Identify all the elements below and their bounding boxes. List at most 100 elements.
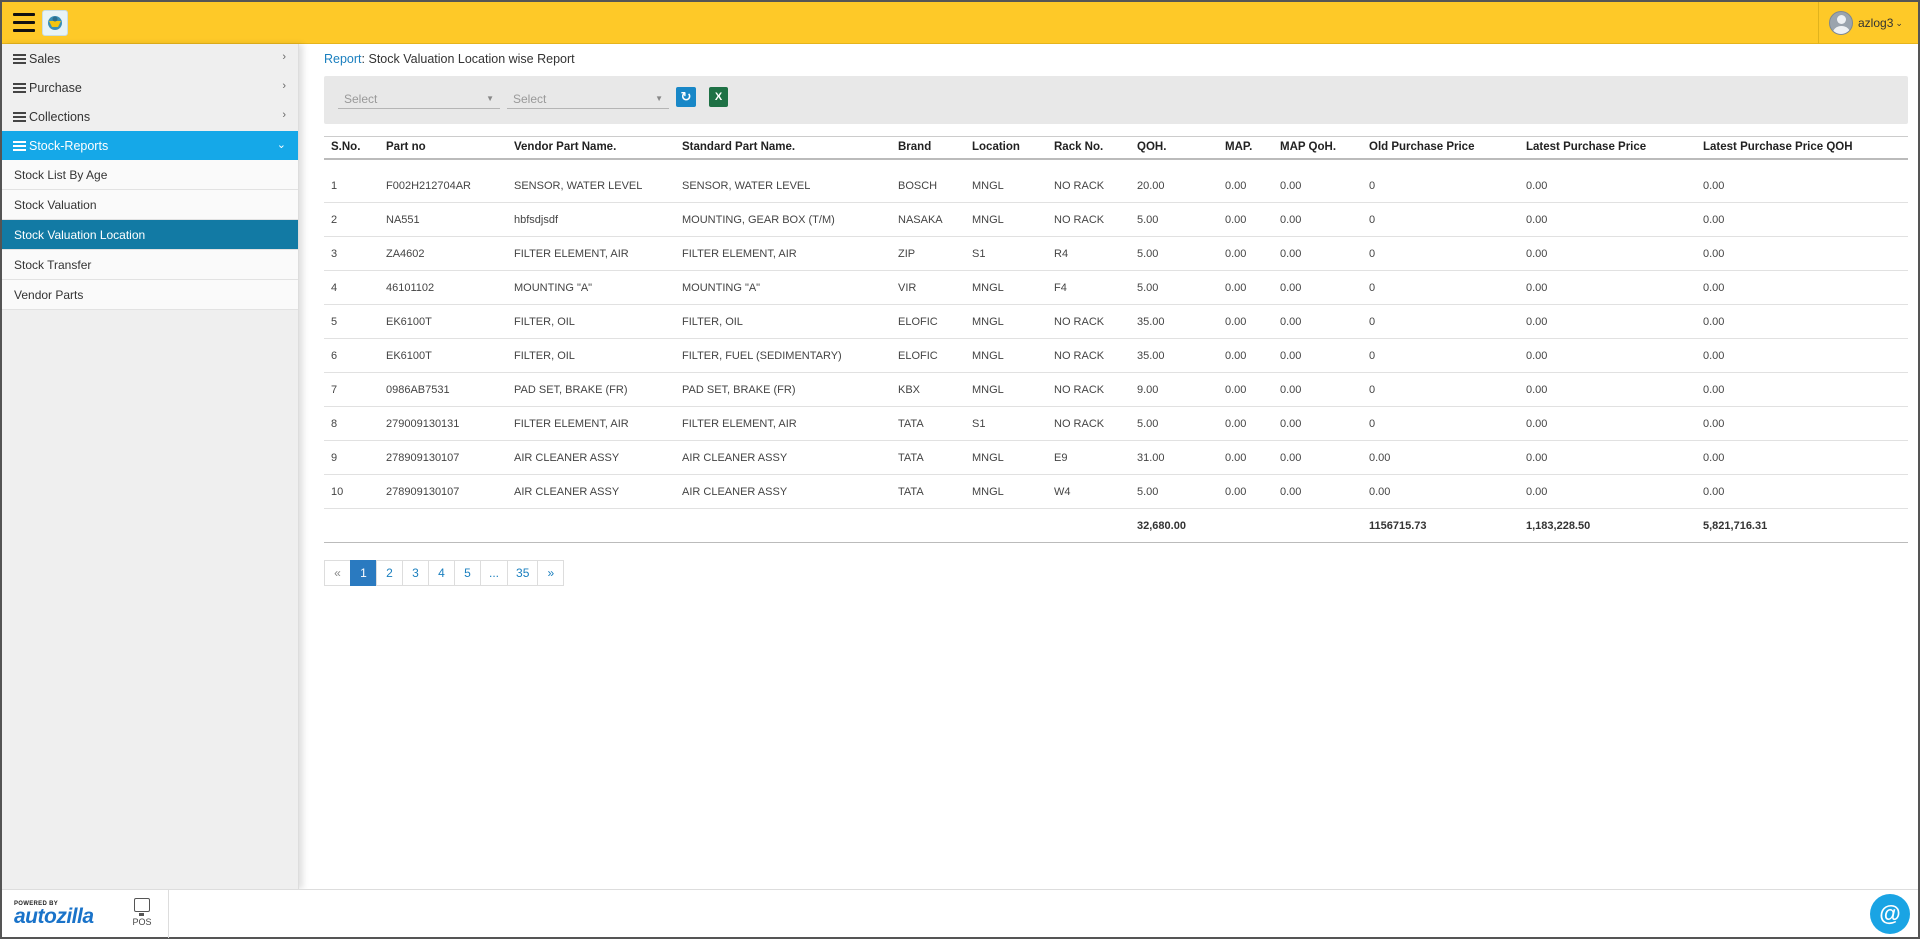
table-cell: S1 bbox=[965, 406, 1047, 441]
chevron-down-icon: ⌄ bbox=[276, 139, 286, 151]
table-cell: NO RACK bbox=[1047, 406, 1130, 441]
table-cell: 0.00 bbox=[1696, 474, 1908, 509]
table-cell: 4 bbox=[324, 270, 379, 305]
table-cell: MOUNTING, GEAR BOX (T/M) bbox=[675, 202, 891, 237]
pagination-page[interactable]: 1 bbox=[350, 560, 377, 586]
column-header: S.No. bbox=[324, 136, 379, 160]
chevron-right-icon: › bbox=[282, 80, 286, 92]
table-cell: 0.00 bbox=[1696, 270, 1908, 305]
table-cell: AIR CLEANER ASSY bbox=[675, 474, 891, 509]
column-header: MAP. bbox=[1218, 136, 1273, 160]
table-cell: TATA bbox=[891, 440, 965, 475]
table-cell: 6 bbox=[324, 338, 379, 373]
table-row: 4 46101102 MOUNTING "A" MOUNTING "A" VIR MNGL… bbox=[324, 270, 1908, 305]
table-cell: 5.00 bbox=[1130, 406, 1218, 441]
filter-select-1[interactable]: Select ▼ bbox=[338, 90, 500, 109]
table-cell: 0.00 bbox=[1519, 202, 1696, 237]
pagination-page[interactable]: 35 bbox=[507, 560, 539, 586]
filter-select-2[interactable]: Select ▼ bbox=[507, 90, 669, 109]
table-cell: 0.00 bbox=[1519, 270, 1696, 305]
table-cell: 0.00 bbox=[1696, 158, 1908, 203]
table-cell: MNGL bbox=[965, 440, 1047, 475]
table-row: 1 F002H212704AR SENSOR, WATER LEVEL SENSOR,… bbox=[324, 158, 1908, 203]
column-header: Old Purchase Price bbox=[1362, 136, 1519, 160]
pagination-page[interactable]: 3 bbox=[402, 560, 429, 586]
pagination-page[interactable]: 5 bbox=[454, 560, 481, 586]
sidebar-item-purchase[interactable]: Purchase › bbox=[2, 73, 298, 102]
table-cell: 10 bbox=[324, 474, 379, 509]
chat-button[interactable]: @ bbox=[1870, 894, 1910, 934]
sidebar-subitem-stock-valuation[interactable]: Stock Valuation bbox=[2, 190, 298, 220]
table-cell: PAD SET, BRAKE (FR) bbox=[507, 372, 675, 407]
table-cell: VIR bbox=[891, 270, 965, 305]
table-cell: 0.00 bbox=[1218, 474, 1273, 509]
sidebar-subitem-vendor-parts[interactable]: Vendor Parts bbox=[2, 280, 298, 310]
pagination-page[interactable]: « bbox=[324, 560, 351, 586]
table-cell: SENSOR, WATER LEVEL bbox=[675, 158, 891, 203]
table-cell: 0 bbox=[1362, 236, 1519, 271]
table-cell: 5 bbox=[324, 304, 379, 339]
table-cell: F002H212704AR bbox=[379, 158, 507, 203]
table-cell: MOUNTING "A" bbox=[507, 270, 675, 305]
table-cell: 0.00 bbox=[1519, 338, 1696, 373]
column-header: Standard Part Name. bbox=[675, 136, 891, 160]
table-cell: 0.00 bbox=[1519, 474, 1696, 509]
table-cell: 0.00 bbox=[1273, 158, 1362, 203]
table-row: 9 278909130107 AIR CLEANER ASSY AIR CLEANER… bbox=[324, 440, 1908, 475]
table-cell: 35.00 bbox=[1130, 338, 1218, 373]
table-cell: 46101102 bbox=[379, 270, 507, 305]
table-cell: 5.00 bbox=[1130, 236, 1218, 271]
sidebar-item-sales[interactable]: Sales › bbox=[2, 44, 298, 73]
table-cell: NA551 bbox=[379, 202, 507, 237]
table-cell: 0.00 bbox=[1519, 236, 1696, 271]
excel-export-button[interactable]: X bbox=[709, 87, 728, 107]
table-cell: 7 bbox=[324, 372, 379, 407]
app-logo bbox=[42, 10, 68, 36]
pos-button[interactable]: POS bbox=[120, 898, 164, 934]
column-header: QOH. bbox=[1130, 136, 1218, 160]
sidebar-subitem-stock-list-by-age[interactable]: Stock List By Age bbox=[2, 160, 298, 190]
pagination-page[interactable]: ... bbox=[480, 560, 509, 586]
table-cell: 1 bbox=[324, 158, 379, 203]
table-row: 8 279009130131 FILTER ELEMENT, AIR FILTER E… bbox=[324, 406, 1908, 441]
sidebar-item-stock-reports[interactable]: Stock-Reports ⌄ bbox=[2, 131, 298, 160]
table-cell: 3 bbox=[324, 236, 379, 271]
table-cell: 0 bbox=[1362, 158, 1519, 203]
total-latest-purchase-price: 1,183,228.50 bbox=[1519, 508, 1696, 543]
divider bbox=[168, 890, 169, 938]
brand-logo-text: autozilla bbox=[14, 905, 94, 928]
table-cell: 0 bbox=[1362, 202, 1519, 237]
avatar bbox=[1829, 11, 1853, 35]
breadcrumb-report-link[interactable]: Report bbox=[324, 52, 362, 66]
table-cell: ZIP bbox=[891, 236, 965, 271]
breadcrumb: Report: Stock Valuation Location wise Re… bbox=[324, 52, 1908, 68]
table-cell: 0.00 bbox=[1362, 440, 1519, 475]
username: azlog3 bbox=[1858, 16, 1894, 30]
sidebar-subitem-stock-valuation-location[interactable]: Stock Valuation Location bbox=[2, 220, 298, 250]
list-icon bbox=[13, 81, 26, 95]
table-cell: 0.00 bbox=[1519, 372, 1696, 407]
refresh-button[interactable]: ↻ bbox=[676, 87, 696, 107]
monitor-icon bbox=[134, 898, 150, 916]
column-header: Rack No. bbox=[1047, 136, 1130, 160]
table-cell: MOUNTING "A" bbox=[675, 270, 891, 305]
pagination-page[interactable]: 4 bbox=[428, 560, 455, 586]
table-cell: 0.00 bbox=[1273, 304, 1362, 339]
column-header: Part no bbox=[379, 136, 507, 160]
pagination-page[interactable]: » bbox=[537, 560, 565, 586]
hamburger-menu-icon[interactable] bbox=[13, 13, 35, 33]
caret-down-icon: ▼ bbox=[655, 94, 663, 103]
pagination-page[interactable]: 2 bbox=[376, 560, 403, 586]
sidebar: Sales › Purchase › Collections › Stock-R… bbox=[2, 44, 299, 889]
table-cell: FILTER ELEMENT, AIR bbox=[507, 236, 675, 271]
table-cell: 0.00 bbox=[1362, 474, 1519, 509]
table-cell: 0.00 bbox=[1696, 406, 1908, 441]
sidebar-item-collections[interactable]: Collections › bbox=[2, 102, 298, 131]
table-cell: S1 bbox=[965, 236, 1047, 271]
table-cell: AIR CLEANER ASSY bbox=[507, 440, 675, 475]
chevron-right-icon: › bbox=[282, 51, 286, 63]
user-menu[interactable]: azlog3 ⌄ bbox=[1818, 2, 1918, 44]
table-cell: FILTER, OIL bbox=[507, 338, 675, 373]
table-cell: KBX bbox=[891, 372, 965, 407]
sidebar-subitem-stock-transfer[interactable]: Stock Transfer bbox=[2, 250, 298, 280]
